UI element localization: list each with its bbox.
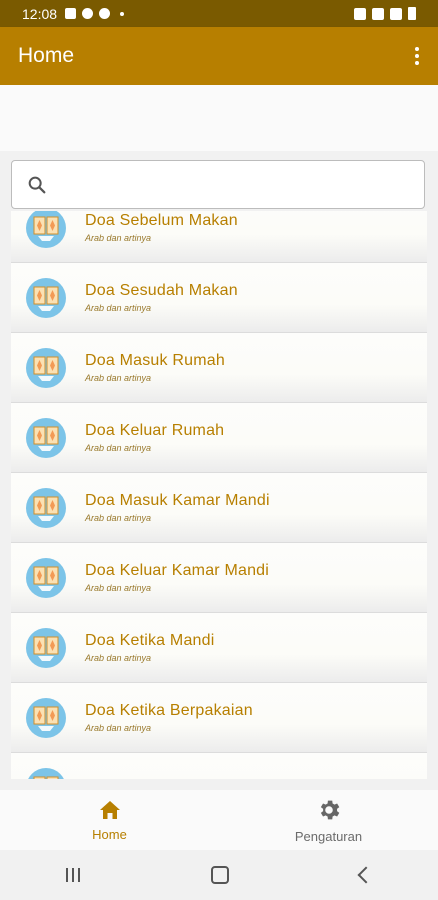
bottom-navigation: Home Pengaturan — [0, 790, 438, 850]
quran-book-icon — [26, 277, 66, 318]
list-item-subtitle: Arab dan artinya — [85, 233, 152, 243]
battery-icon — [408, 7, 416, 20]
nav-settings[interactable]: Pengaturan — [219, 790, 438, 850]
list-item[interactable]: Doa Masuk Rumah Arab dan artinya — [11, 333, 427, 403]
list-item[interactable]: Doa Keluar Kamar Mandi Arab dan artinya — [11, 543, 427, 613]
list-item-subtitle: Arab dan artinya — [85, 303, 152, 313]
system-icons — [354, 7, 416, 20]
app-bar: Home — [0, 27, 438, 85]
nav-home-label: Home — [92, 826, 127, 842]
list-item[interactable]: Doa Ketika Berpakaian Arab dan artinya — [11, 683, 427, 753]
back-icon[interactable] — [357, 866, 375, 884]
status-time: 12:08 — [22, 5, 58, 22]
home-icon — [99, 800, 120, 819]
list-item-title: Doa Sesudah Makan — [85, 282, 238, 299]
list-item-title: Doa Masuk Kamar Mandi — [85, 492, 270, 509]
list-item[interactable] — [11, 753, 427, 779]
signal-icon — [390, 7, 402, 20]
more-notifications-icon — [120, 11, 125, 16]
system-navigation-bar — [0, 850, 438, 900]
list-item-title: Doa Keluar Kamar Mandi — [85, 562, 270, 579]
doa-list: Doa Sebelum Makan Arab dan artinya Doa S… — [11, 211, 427, 779]
nav-home[interactable]: Home — [0, 790, 219, 850]
status-bar: 12:08 — [0, 0, 438, 27]
list-item-title: Doa Masuk Rumah — [85, 352, 225, 369]
quran-book-icon — [27, 767, 65, 779]
quran-book-icon — [26, 211, 66, 248]
alarm-icon — [354, 7, 366, 20]
notification-icons — [65, 8, 125, 19]
page-title: Home — [18, 44, 75, 67]
search-input[interactable] — [56, 160, 424, 209]
list-item[interactable]: Doa Masuk Kamar Mandi Arab dan artinya — [11, 473, 427, 543]
list-item-subtitle: Arab dan artinya — [85, 723, 152, 733]
list-item-title: Doa Keluar Rumah — [85, 422, 225, 439]
search-icon — [28, 176, 46, 193]
gallery-icon — [65, 8, 77, 19]
list-item-subtitle: Arab dan artinya — [85, 443, 152, 453]
list-item[interactable]: Doa Keluar Rumah Arab dan artinya — [11, 403, 427, 473]
wifi-icon — [372, 7, 384, 20]
quran-book-icon — [26, 557, 66, 598]
list-item-title: Doa Ketika Mandi — [85, 632, 215, 649]
list-item[interactable]: Doa Sesudah Makan Arab dan artinya — [11, 263, 427, 333]
list-item-title: Doa Ketika Berpakaian — [85, 702, 253, 719]
dnd-icon — [99, 8, 111, 19]
list-item-subtitle: Arab dan artinya — [85, 653, 152, 663]
system-home-icon[interactable] — [210, 866, 229, 884]
list-item-subtitle: Arab dan artinya — [85, 583, 152, 593]
list-item[interactable]: Doa Sebelum Makan Arab dan artinya — [11, 211, 427, 263]
account-icon — [82, 8, 94, 19]
recent-apps-icon[interactable] — [65, 868, 80, 882]
list-item-subtitle: Arab dan artinya — [85, 513, 152, 523]
top-spacer — [0, 85, 438, 151]
search-box[interactable] — [11, 160, 425, 209]
quran-book-icon — [26, 627, 66, 668]
list-item-subtitle: Arab dan artinya — [85, 373, 152, 383]
quran-book-icon — [26, 697, 66, 738]
list-item-title: Doa Sebelum Makan — [85, 212, 238, 229]
quran-book-icon — [26, 417, 66, 458]
gear-icon — [320, 800, 339, 819]
nav-settings-label: Pengaturan — [294, 828, 363, 844]
quran-book-icon — [26, 487, 66, 528]
quran-book-icon — [26, 347, 66, 388]
overflow-menu-icon[interactable] — [414, 47, 420, 65]
list-item[interactable]: Doa Ketika Mandi Arab dan artinya — [11, 613, 427, 683]
